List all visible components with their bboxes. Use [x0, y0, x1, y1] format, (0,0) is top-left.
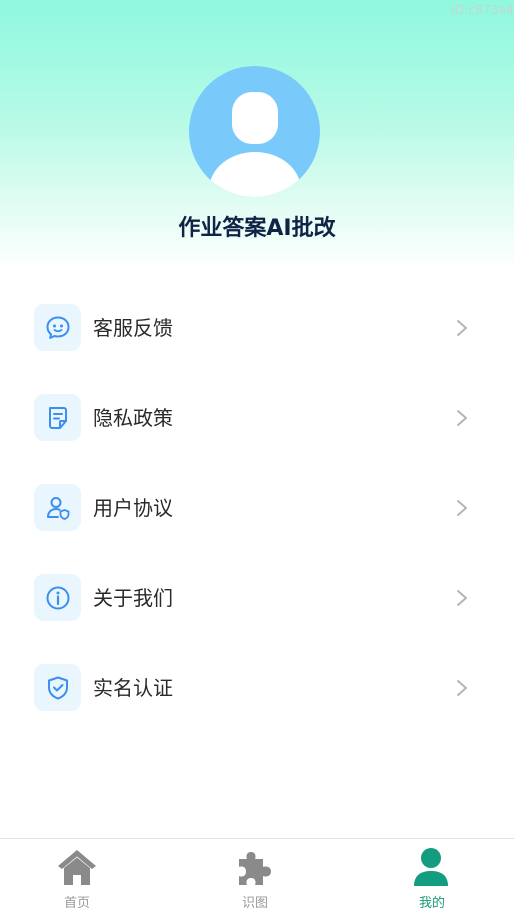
menu-item-user-agreement[interactable]: 用户协议	[0, 463, 514, 553]
menu-item-feedback[interactable]: 客服反馈	[0, 283, 514, 373]
app-name: 作业答案AI批改	[178, 216, 336, 241]
tab-label: 识图	[241, 896, 268, 908]
menu-item-label: 客服反馈	[93, 316, 173, 340]
menu-item-privacy-policy[interactable]: 隐私政策	[0, 373, 514, 463]
bottom-tab-bar: 首页 识图 我的	[0, 838, 514, 908]
chevron-right-icon	[457, 320, 467, 336]
chevron-right-icon	[457, 500, 467, 516]
shield-check-icon	[34, 664, 81, 711]
user-shield-icon	[34, 484, 81, 531]
person-icon	[414, 848, 448, 886]
puzzle-icon	[239, 852, 271, 885]
document-icon	[34, 394, 81, 441]
menu-list: 客服反馈 隐私政策 用户协议 关于我们 实名认证	[0, 283, 514, 733]
tab-label: 我的	[418, 896, 445, 908]
id-tag: ID:c873a4	[450, 3, 514, 17]
menu-item-label: 用户协议	[93, 496, 173, 520]
menu-item-label: 隐私政策	[93, 406, 173, 430]
chat-face-icon	[34, 304, 81, 351]
person-silhouette-icon	[209, 92, 301, 197]
menu-item-real-name-verification[interactable]: 实名认证	[0, 643, 514, 733]
avatar[interactable]	[189, 66, 320, 197]
chevron-right-icon	[457, 410, 467, 426]
info-icon	[34, 574, 81, 621]
chevron-right-icon	[457, 680, 467, 696]
menu-item-label: 实名认证	[93, 676, 173, 700]
tab-label: 首页	[63, 896, 90, 908]
tab-image-recognition[interactable]: 识图	[195, 839, 315, 908]
tab-home[interactable]: 首页	[17, 839, 137, 908]
menu-item-about-us[interactable]: 关于我们	[0, 553, 514, 643]
tab-mine[interactable]: 我的	[372, 839, 492, 908]
menu-item-label: 关于我们	[93, 586, 173, 610]
home-icon	[58, 850, 96, 885]
chevron-right-icon	[457, 590, 467, 606]
